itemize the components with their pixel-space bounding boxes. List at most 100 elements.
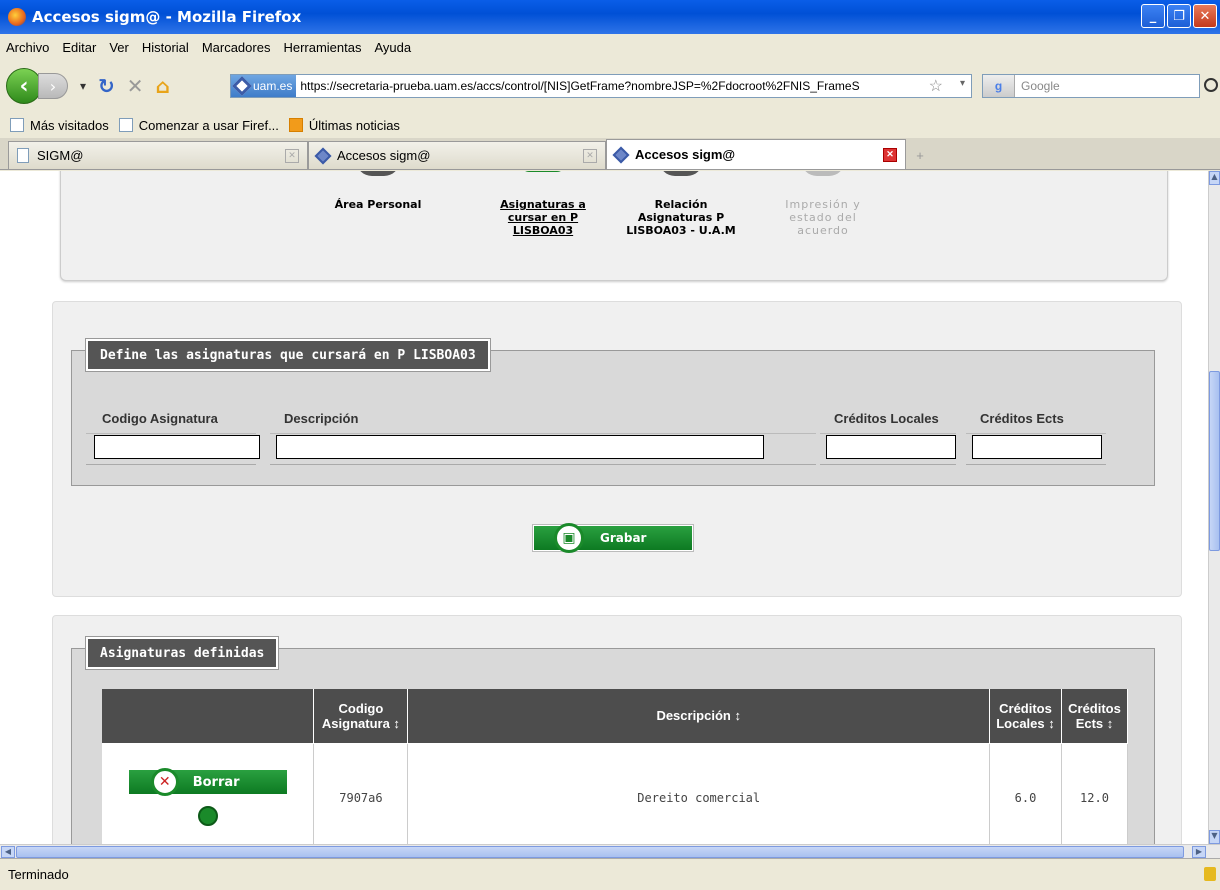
row-actions: ✕ Borrar [102,743,315,844]
th-codigo[interactable]: Codigo Asignatura ↕ [313,689,409,744]
url-bar[interactable]: uam.es https://secretaria-prueba.uam.es/… [230,74,972,98]
lock-icon[interactable] [1204,867,1216,881]
grabar-label: Grabar [600,531,647,545]
close-tab-icon[interactable]: ✕ [583,148,597,163]
defined-fieldset: Asignaturas definidas Codigo Asignatura … [71,637,1155,844]
table-header-row: Codigo Asignatura ↕ Descripción ↕ Crédit… [102,689,1129,744]
menu-archivo[interactable]: Archivo [6,40,49,55]
restore-button[interactable]: ❐ [1167,4,1191,28]
back-button[interactable]: ‹ [6,68,42,104]
tab-sigma[interactable]: SIGM@ ✕ [8,141,308,169]
google-engine-icon[interactable]: g [983,75,1015,97]
step-impresion: Impresión y estado del acuerdo [773,171,873,237]
page-icon [118,118,133,132]
scroll-right-icon[interactable]: ▶ [1192,846,1206,858]
save-icon: ▣ [554,523,584,553]
menu-marcadores[interactable]: Marcadores [202,40,271,55]
th-descripcion[interactable]: Descripción ↕ [407,689,990,744]
bookmark-mas-visitados[interactable]: Más visitados [10,118,109,133]
history-dropdown-icon[interactable]: ▾ [80,79,86,93]
menu-bar: Archivo Editar Ver Historial Marcadores … [0,34,1220,60]
th-creditos-locales[interactable]: Créditos Locales ↕ [989,689,1062,744]
table-row: ✕ Borrar 7907a6 Dereito comercial 6.0 12… [102,743,1129,844]
divider [86,433,256,434]
site-identity-badge[interactable]: uam.es [231,75,297,97]
delete-icon: ✕ [150,768,179,797]
vertical-scrollbar[interactable]: ▲ ▼ [1208,171,1220,844]
window-title: Accesos sigm@ - Mozilla Firefox [32,8,302,26]
step-link[interactable]: Asignaturas a cursar en P LISBOA03 [500,198,586,237]
search-box[interactable]: g Google [982,74,1200,98]
bookmark-label: Más visitados [30,117,109,133]
url-text[interactable]: https://secretaria-prueba.uam.es/accs/co… [300,79,920,93]
firefox-icon [8,8,26,26]
tab-accesos-active[interactable]: Accesos sigm@ ✕ [606,139,906,169]
menu-historial[interactable]: Historial [142,40,189,55]
horizontal-scroll-thumb[interactable] [16,846,1184,858]
define-fieldset: Define las asignaturas que cursará en P … [71,339,1155,486]
bookmark-comenzar[interactable]: Comenzar a usar Firef... [118,118,279,133]
th-creditos-ects[interactable]: Créditos Ects ↕ [1061,689,1129,744]
creditos-ects-input[interactable] [972,435,1102,459]
codigo-input[interactable] [94,435,260,459]
tab-label: Accesos sigm@ [337,148,431,163]
step-icon [659,171,703,176]
step-icon [801,171,845,176]
steps-panel: Área Personal Asignaturas a cursar en P … [60,171,1168,281]
search-icon[interactable] [1204,78,1218,92]
vertical-scroll-thumb[interactable] [1209,371,1220,551]
step-relacion[interactable]: Relación Asignaturas P LISBOA03 - U.A.M [623,171,739,237]
col-creditos-locales-label: Créditos Locales [834,411,939,426]
menu-ayuda[interactable]: Ayuda [374,40,411,55]
define-panel: Define las asignaturas que cursará en P … [52,301,1182,597]
edit-icon[interactable] [197,806,218,827]
bookmark-star-icon[interactable]: ☆ [929,76,943,96]
minimize-button[interactable]: _ [1141,4,1165,28]
tab-accesos-1[interactable]: Accesos sigm@ ✕ [308,141,606,169]
bookmarks-toolbar: Más visitados Comenzar a usar Firef... Ú… [0,112,1220,138]
status-bar: Terminado [0,858,1220,890]
menu-editar[interactable]: Editar [62,40,96,55]
forward-button[interactable]: › [38,73,68,99]
menu-ver[interactable]: Ver [109,40,129,55]
site-badge-label: uam.es [253,79,293,93]
scroll-left-icon[interactable]: ◀ [1,846,15,858]
close-window-button[interactable]: ✕ [1193,4,1217,28]
close-tab-icon[interactable]: ✕ [883,147,897,162]
borrar-button[interactable]: ✕ Borrar [128,768,287,797]
divider [966,464,1106,465]
step-area-personal[interactable]: Área Personal [328,171,428,211]
reload-icon[interactable]: ↻ [98,74,115,98]
home-icon[interactable]: ⌂ [156,74,170,98]
scroll-down-icon[interactable]: ▼ [1209,830,1220,844]
url-dropdown-icon[interactable]: ▾ [960,78,965,89]
define-legend: Define las asignaturas que cursará en P … [86,339,490,371]
step-icon [521,171,565,172]
divider [270,464,816,465]
col-descripcion-label: Descripción [284,411,359,426]
status-text: Terminado [8,867,69,882]
descripcion-input[interactable] [276,435,764,459]
rss-icon [288,118,303,132]
menu-herramientas[interactable]: Herramientas [283,40,361,55]
close-tab-icon[interactable]: ✕ [285,148,299,163]
page-content: Área Personal Asignaturas a cursar en P … [0,171,1208,844]
new-tab-button[interactable]: + [906,141,934,169]
divider [86,464,256,465]
stop-icon[interactable]: ✕ [127,74,144,98]
bookmark-label: Últimas noticias [308,117,400,133]
folder-icon [10,118,24,132]
tab-label: SIGM@ [37,148,84,163]
scroll-up-icon[interactable]: ▲ [1209,171,1220,185]
step-asignaturas[interactable]: Asignaturas a cursar en P LISBOA03 [495,171,591,237]
creditos-locales-input[interactable] [826,435,956,459]
cell-creditos-ects: 12.0 [1061,743,1129,844]
step-label: Impresión y estado del acuerdo [785,198,861,237]
bookmark-ultimas-noticias[interactable]: Últimas noticias [288,117,400,133]
borrar-label: Borrar [192,774,240,790]
grabar-button[interactable]: ▣ Grabar [533,523,693,553]
tab-label: Accesos sigm@ [635,147,736,162]
horizontal-scrollbar[interactable]: ◀ ▶ [0,844,1220,858]
uam-icon [612,146,630,163]
step-label: Relación Asignaturas P LISBOA03 - U.A.M [626,198,736,237]
